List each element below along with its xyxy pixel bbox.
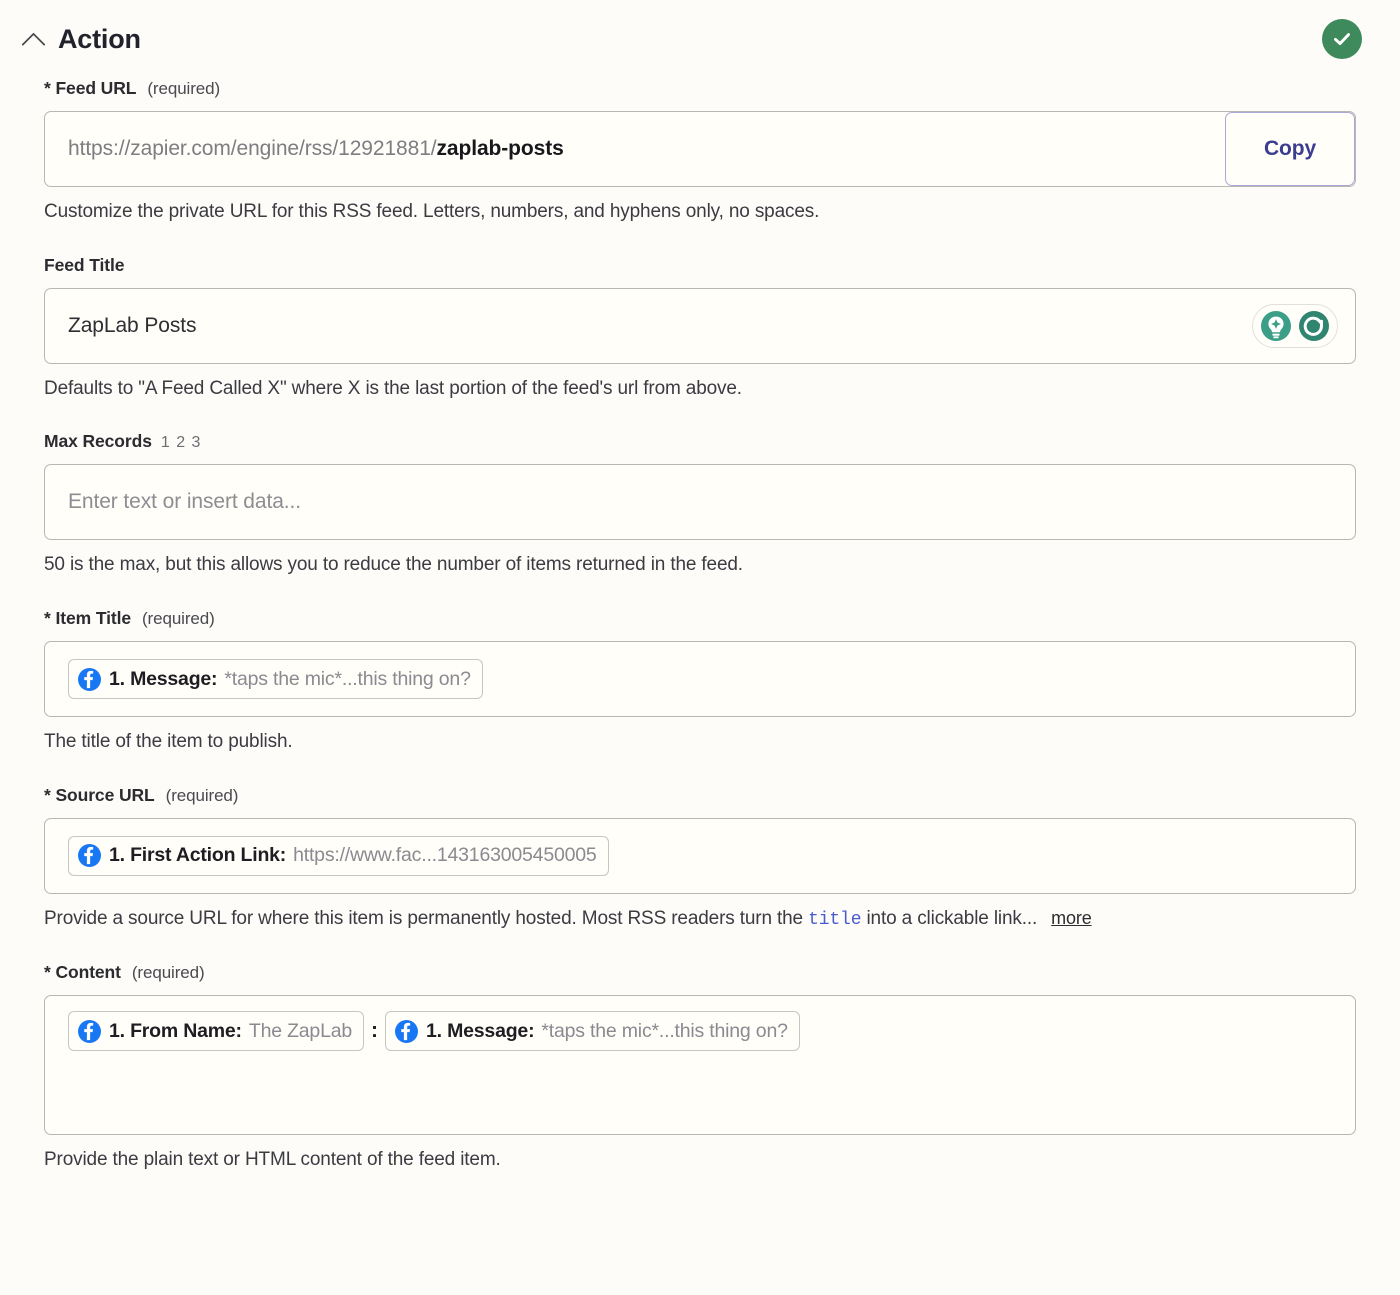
label-text: Max Records: [44, 431, 152, 452]
max-records-placeholder: Enter text or insert data...: [68, 490, 301, 514]
required-note: (required): [131, 963, 205, 983]
label-text: * Content: [44, 962, 121, 983]
token-value: https://www.fac...143163005450005: [293, 844, 597, 867]
field-item-title: * Item Title (required) 1. Message: *tap…: [44, 608, 1356, 755]
ai-assist-pill[interactable]: [1252, 303, 1338, 348]
label-text: * Source URL: [44, 784, 155, 805]
field-feed-title: Feed Title ZapLab Posts Defaults to "A F…: [44, 255, 1356, 402]
field-label-max-records: Max Records 1 2 3: [44, 431, 1356, 452]
token-separator: :: [371, 1019, 379, 1043]
token-row: 1. From Name: The ZapLab : 1. Message: *…: [45, 1011, 800, 1052]
steps-indicator: 1 2 3: [160, 434, 202, 452]
field-label-feed-title: Feed Title: [44, 255, 1356, 276]
max-records-input[interactable]: Enter text or insert data...: [44, 464, 1356, 541]
field-label-feed-url: * Feed URL (required): [44, 78, 1356, 99]
feed-url-value: https://zapier.com/engine/rss/12921881/z…: [45, 137, 564, 161]
action-form: * Feed URL (required) https://zapier.com…: [0, 78, 1400, 1173]
field-source-url: * Source URL (required) 1. First Action …: [44, 785, 1356, 932]
field-label-source-url: * Source URL (required): [44, 785, 1356, 806]
token-key: 1. First Action Link:: [109, 844, 287, 867]
help-text-source-url: Provide a source URL for where this item…: [44, 907, 1356, 932]
help-part-1: Provide a source URL for where this item…: [44, 907, 809, 929]
feed-title-input[interactable]: ZapLab Posts: [44, 287, 1356, 364]
help-inline-code: title: [808, 909, 862, 930]
chevron-up-icon[interactable]: [18, 24, 48, 54]
token-value: *taps the mic*...this thing on?: [541, 1019, 788, 1042]
token-key: 1. From Name:: [109, 1019, 242, 1042]
help-part-2: into a clickable link...: [861, 907, 1038, 929]
feed-url-prefix: https://zapier.com/engine/rss/12921881/: [68, 137, 437, 160]
more-link[interactable]: more: [1051, 908, 1092, 928]
data-token[interactable]: 1. Message: *taps the mic*...this thing …: [385, 1011, 800, 1052]
required-note: (required): [165, 785, 239, 805]
lightbulb-ai-icon[interactable]: [1258, 308, 1294, 344]
facebook-icon: [78, 1019, 101, 1043]
token-value: The ZapLab: [248, 1019, 353, 1042]
field-label-item-title: * Item Title (required): [44, 608, 1356, 629]
field-feed-url: * Feed URL (required) https://zapier.com…: [44, 78, 1356, 225]
token-row: 1. Message: *taps the mic*...this thing …: [45, 659, 483, 700]
label-text: Feed Title: [44, 254, 125, 275]
action-section-header[interactable]: Action: [0, 0, 1400, 78]
data-token[interactable]: 1. Message: *taps the mic*...this thing …: [68, 659, 483, 700]
help-text-item-title: The title of the item to publish.: [44, 731, 293, 753]
facebook-icon: [78, 667, 101, 691]
check-circle-icon: [1322, 19, 1362, 59]
facebook-icon: [78, 844, 101, 868]
source-url-input[interactable]: 1. First Action Link: https://www.fac...…: [44, 817, 1356, 894]
label-text: * Item Title: [44, 608, 131, 629]
page-title: Action: [58, 23, 141, 54]
help-text-feed-title: Defaults to "A Feed Called X" where X is…: [44, 377, 742, 399]
refresh-circle-icon[interactable]: [1296, 308, 1332, 344]
required-note: (required): [147, 79, 221, 98]
data-token[interactable]: 1. From Name: The ZapLab: [68, 1011, 365, 1052]
token-value: *taps the mic*...this thing on?: [224, 667, 471, 690]
data-token[interactable]: 1. First Action Link: https://www.fac...…: [68, 835, 609, 876]
feed-title-value: ZapLab Posts: [68, 313, 197, 337]
help-text-content: Provide the plain text or HTML content o…: [44, 1149, 501, 1171]
label-text: * Feed URL: [44, 78, 137, 98]
feed-url-input[interactable]: https://zapier.com/engine/rss/12921881/z…: [44, 111, 1356, 187]
field-label-content: * Content (required): [44, 962, 1356, 983]
field-content: * Content (required) 1. From Name: The Z…: [44, 962, 1356, 1173]
copy-button[interactable]: Copy: [1225, 112, 1355, 186]
help-text-max-records: 50 is the max, but this allows you to re…: [44, 554, 743, 576]
item-title-input[interactable]: 1. Message: *taps the mic*...this thing …: [44, 641, 1356, 718]
token-key: 1. Message:: [426, 1019, 535, 1042]
content-textarea[interactable]: 1. From Name: The ZapLab : 1. Message: *…: [44, 995, 1356, 1136]
token-key: 1. Message:: [109, 667, 218, 690]
feed-url-slug: zaplab-posts: [436, 137, 564, 160]
facebook-icon: [395, 1019, 419, 1043]
token-row: 1. First Action Link: https://www.fac...…: [45, 835, 609, 876]
field-max-records: Max Records 1 2 3 Enter text or insert d…: [44, 431, 1356, 578]
help-text-feed-url: Customize the private URL for this RSS f…: [44, 201, 820, 222]
required-note: (required): [141, 609, 215, 629]
